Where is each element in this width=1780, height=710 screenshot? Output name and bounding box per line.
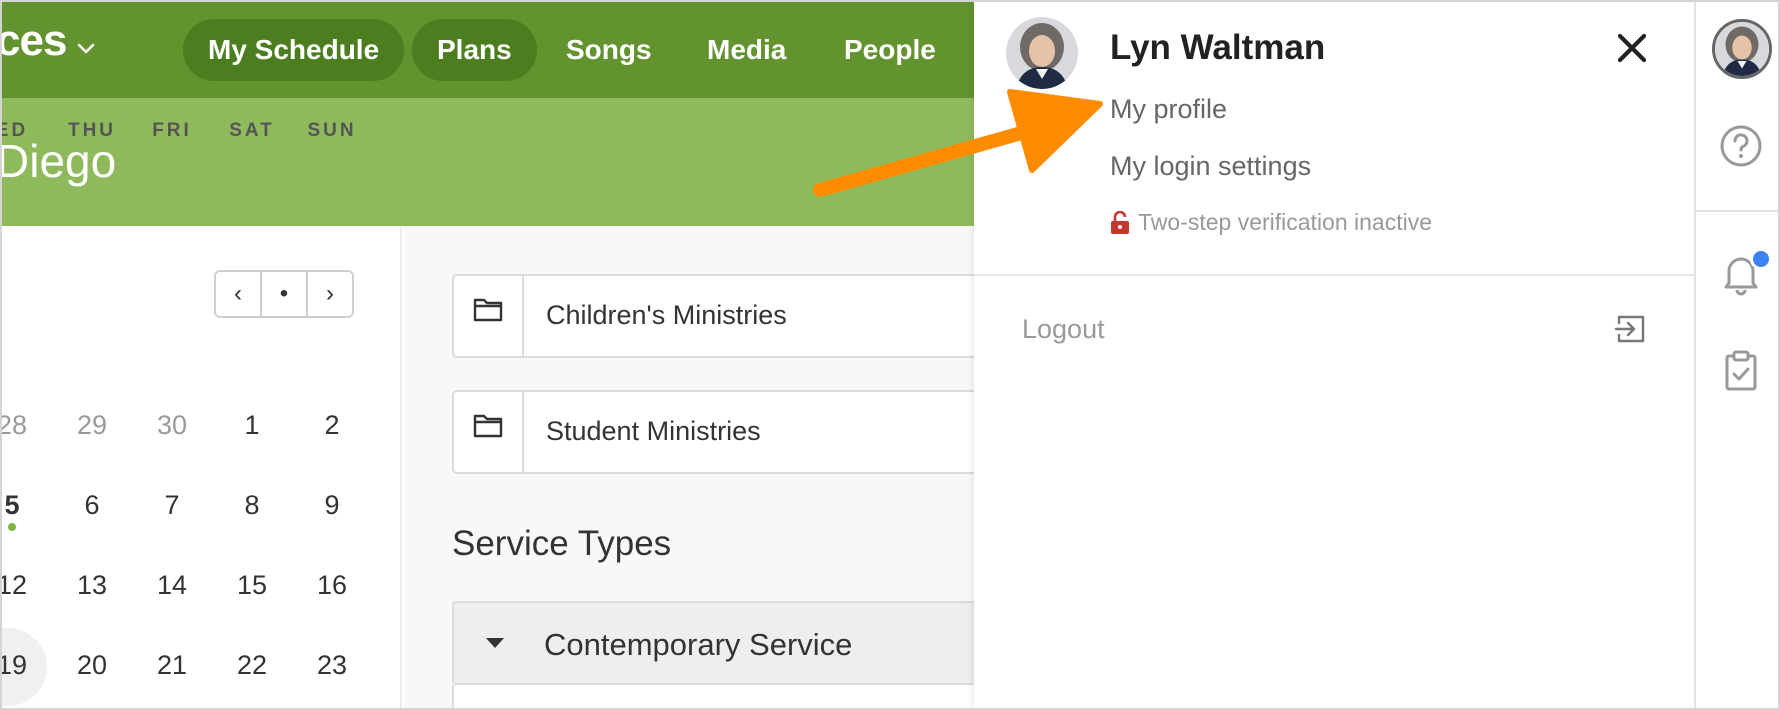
unlocked-padlock-icon [1111, 210, 1129, 234]
top-navigation: ces My Schedule Plans Songs Media People [2, 2, 982, 98]
app-name[interactable]: ces [2, 16, 67, 66]
clipboard-check-icon[interactable] [1718, 348, 1764, 394]
previous-month-button[interactable]: ‹ [216, 272, 260, 316]
calendar-day[interactable]: 19 [2, 650, 42, 681]
service-type-label[interactable]: Contemporary Service [544, 627, 852, 663]
calendar-day[interactable]: 21 [142, 650, 202, 681]
calendar-day[interactable]: 1 [222, 410, 282, 441]
weekday-label: ED [2, 120, 29, 141]
folder-label[interactable]: Children's Ministries [546, 300, 787, 331]
tab-songs[interactable]: Songs [541, 19, 677, 81]
calendar-day[interactable]: 13 [62, 570, 122, 601]
logout-link[interactable]: Logout [1022, 314, 1105, 345]
calendar-day[interactable]: 2 [302, 410, 362, 441]
calendar-day[interactable]: 29 [62, 410, 122, 441]
folder-row[interactable]: Student Ministries [452, 390, 1012, 474]
close-icon[interactable] [1614, 30, 1650, 66]
chevron-down-icon[interactable] [76, 38, 96, 58]
app-window: ces My Schedule Plans Songs Media People… [0, 0, 1780, 710]
calendar-day[interactable]: 6 [62, 490, 122, 521]
tab-media[interactable]: Media [682, 19, 811, 81]
right-rail [1694, 2, 1778, 708]
calendar-day[interactable]: 15 [222, 570, 282, 601]
today-button[interactable]: • [260, 272, 306, 316]
two-step-status[interactable]: Two-step verification inactive [1110, 209, 1432, 236]
user-name: Lyn Waltman [1110, 28, 1326, 67]
help-icon[interactable] [1718, 123, 1764, 169]
folder-row[interactable]: Children's Ministries [452, 274, 1012, 358]
weekday-label: FRI [152, 120, 192, 141]
service-type-body [452, 685, 1012, 708]
mini-calendar: ‹ • › [2, 226, 402, 708]
folder-label[interactable]: Student Ministries [546, 416, 761, 447]
calendar-day[interactable]: 30 [142, 410, 202, 441]
calendar-day[interactable]: 8 [222, 490, 282, 521]
calendar-nav: ‹ • › [214, 270, 354, 318]
calendar-day[interactable]: 23 [302, 650, 362, 681]
calendar-day[interactable]: 20 [62, 650, 122, 681]
tab-plans[interactable]: Plans [412, 19, 537, 81]
calendar-day[interactable]: 22 [222, 650, 282, 681]
caret-down-icon[interactable] [486, 638, 504, 648]
calendar-day[interactable]: 9 [302, 490, 362, 521]
avatar [1006, 17, 1078, 89]
organization-banner: Diego [2, 98, 982, 226]
account-dropdown: Lyn Waltman My profile My login settings… [974, 2, 1696, 708]
calendar-day[interactable]: 7 [142, 490, 202, 521]
folder-icon [454, 276, 524, 356]
event-dot [8, 523, 16, 531]
folder-icon [454, 392, 524, 472]
notification-badge [1750, 248, 1772, 270]
weekday-label: SAT [229, 120, 275, 141]
calendar-day[interactable]: 5 [2, 490, 42, 521]
tab-my-schedule[interactable]: My Schedule [183, 19, 405, 81]
weekday-label: THU [67, 120, 117, 141]
weekday-label: SUN [307, 120, 357, 141]
avatar[interactable] [1712, 19, 1772, 79]
calendar-day[interactable]: 14 [142, 570, 202, 601]
calendar-day[interactable]: 28 [2, 410, 42, 441]
organization-title: Diego [0, 135, 117, 187]
calendar-day[interactable]: 16 [302, 570, 362, 601]
my-profile-link[interactable]: My profile [1110, 94, 1227, 125]
my-login-settings-link[interactable]: My login settings [1110, 151, 1311, 182]
divider [1696, 210, 1778, 212]
main-content: Children's Ministries Student Ministries… [404, 226, 1012, 708]
logout-icon[interactable] [1614, 312, 1648, 346]
calendar-day[interactable]: 12 [2, 570, 42, 601]
section-title: Service Types [452, 524, 672, 563]
two-step-status-text: Two-step verification inactive [1138, 209, 1433, 235]
divider [974, 274, 1696, 276]
next-month-button[interactable]: › [306, 272, 352, 316]
tab-people[interactable]: People [819, 19, 961, 81]
service-type-row[interactable]: Contemporary Service [452, 601, 1012, 685]
